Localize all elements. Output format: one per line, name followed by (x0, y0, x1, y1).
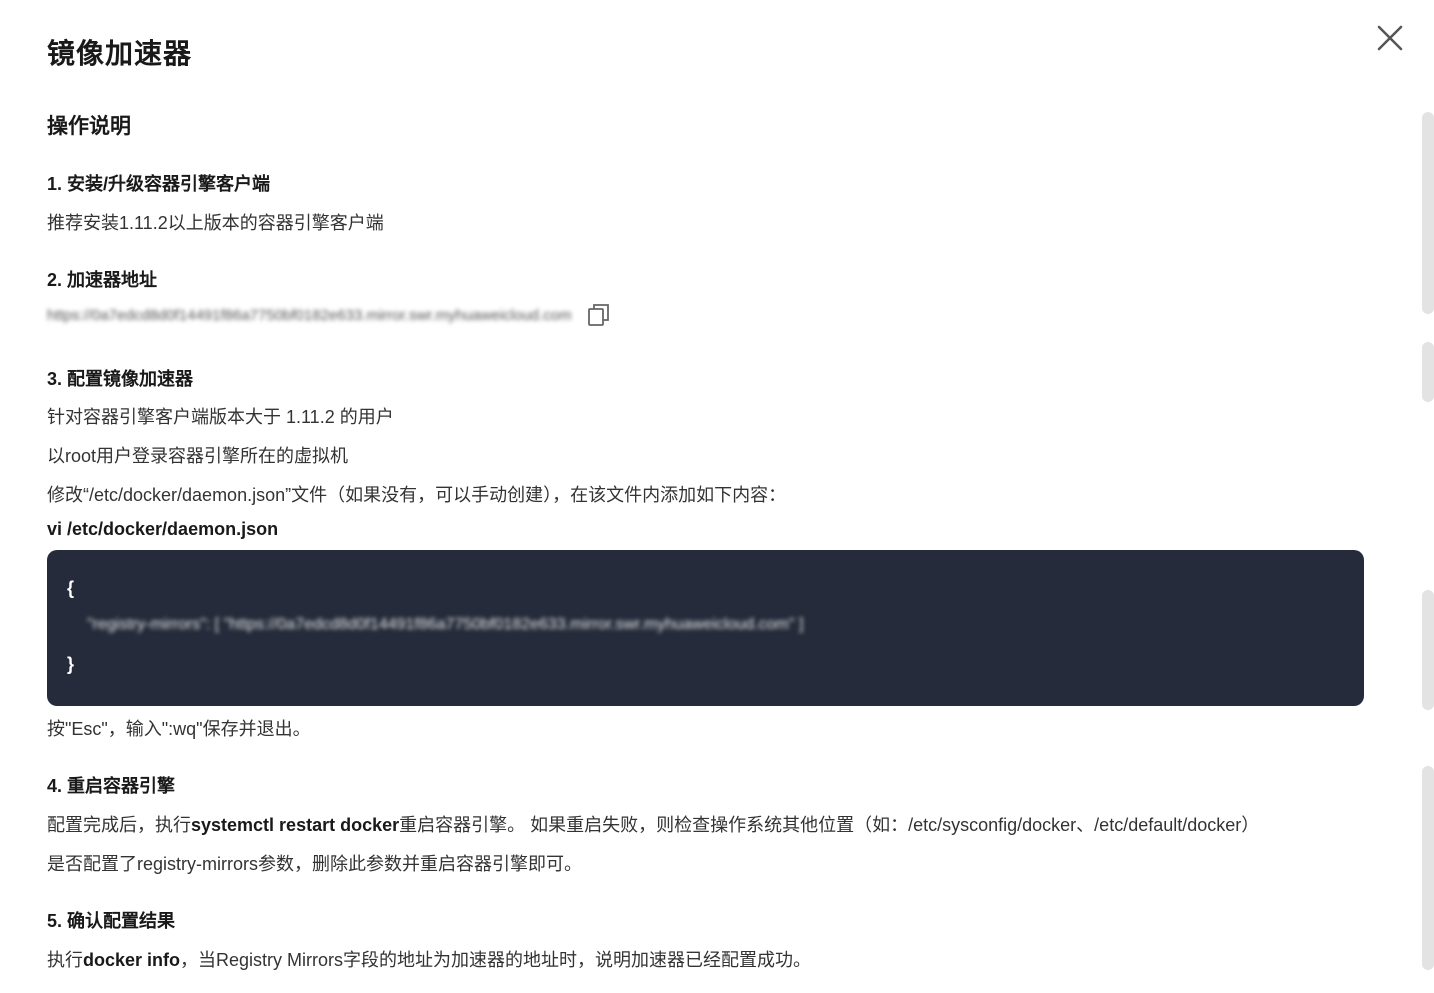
scrollbar-thumb[interactable] (1422, 766, 1434, 970)
step-3-text-2: 以root用户登录容器引擎所在的虚拟机 (47, 446, 349, 466)
step-2-title: 2. 加速器地址 (47, 270, 158, 290)
step-3-text-3: 修改“/etc/docker/daemon.json”文件（如果没有，可以手动创… (47, 485, 787, 505)
step-5-title: 5. 确认配置结果 (47, 911, 176, 931)
copy-icon[interactable] (586, 302, 612, 328)
docker-info-command: docker info (83, 950, 181, 970)
code-close-brace: } (67, 654, 75, 674)
code-open-brace: { (67, 578, 75, 598)
step-5-suffix: ，当Registry Mirrors字段的地址为加速器的地址时，说明加速器已经配… (180, 950, 812, 970)
step-4-suffix: 重启容器引擎。 如果重启失败，则检查操作系统其他位置（如：/etc/syscon… (399, 815, 1260, 835)
mirror-accelerator-dialog: 镜像加速器 操作说明 1. 安装/升级容器引擎客户端 推荐安装1.11.2以上版… (0, 0, 1434, 993)
dialog-title: 镜像加速器 (47, 38, 193, 69)
step-4-prefix: 配置完成后，执行 (47, 815, 191, 835)
step-4-text-2: 是否配置了registry-mirrors参数，删除此参数并重启容器引擎即可。 (47, 854, 582, 874)
step-4-text-1: 配置完成后，执行systemctl restart docker重启容器引擎。 … (47, 811, 1259, 837)
scrollbar-segment[interactable] (1422, 590, 1434, 710)
accelerator-address-row: https://0a7edcd8d0f14491f86a7750bf0182e6… (47, 300, 612, 330)
section-title: 操作说明 (47, 115, 131, 138)
accelerator-address: https://0a7edcd8d0f14491f86a7750bf0182e6… (47, 306, 572, 324)
scrollbar-segment[interactable] (1422, 112, 1434, 314)
step-5-prefix: 执行 (47, 950, 83, 970)
vi-command: vi /etc/docker/daemon.json (47, 519, 279, 539)
step-3-after-text: 按"Esc"，输入":wq"保存并退出。 (47, 719, 311, 739)
step-3-title: 3. 配置镜像加速器 (47, 369, 194, 389)
code-block: { "registry-mirrors": [ "https://0a7edcd… (47, 550, 1364, 706)
close-icon[interactable] (1372, 20, 1408, 56)
step-1-title: 1. 安装/升级容器引擎客户端 (47, 174, 271, 194)
step-5-text: 执行docker info，当Registry Mirrors字段的地址为加速器… (47, 946, 811, 972)
step-3-text-1: 针对容器引擎客户端版本大于 1.11.2 的用户 (47, 407, 394, 427)
step-1-text: 推荐安装1.11.2以上版本的容器引擎客户端 (47, 213, 384, 233)
restart-command: systemctl restart docker (191, 815, 400, 835)
code-registry-mirrors: "registry-mirrors": [ "https://0a7edcd8d… (87, 616, 804, 633)
step-4-title: 4. 重启容器引擎 (47, 776, 176, 796)
scrollbar-segment[interactable] (1422, 342, 1434, 402)
